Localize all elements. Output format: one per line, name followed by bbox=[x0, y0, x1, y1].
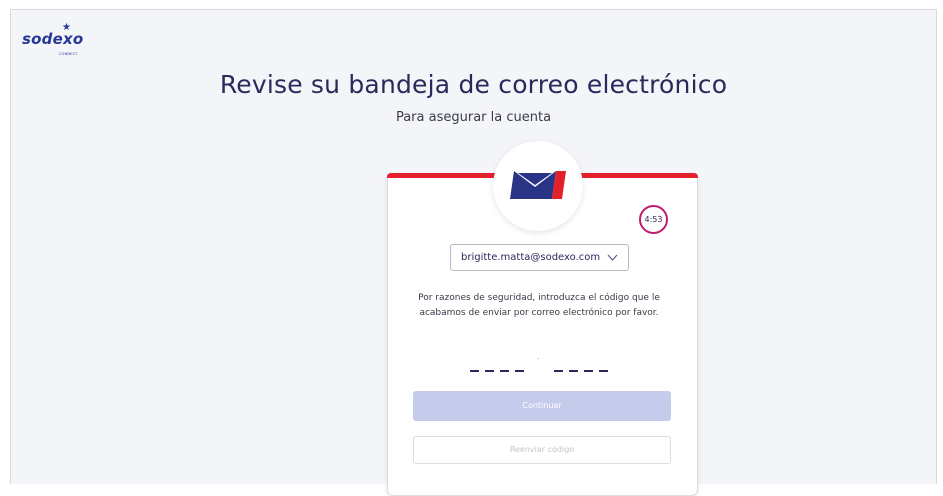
logo-tagline: CONNECT bbox=[59, 52, 78, 56]
code-digit-5[interactable] bbox=[554, 370, 563, 372]
continue-button[interactable]: Continuar bbox=[413, 391, 671, 421]
email-select[interactable]: brigitte.matta@sodexo.com bbox=[450, 244, 629, 271]
envelope-badge bbox=[493, 141, 583, 231]
logo-text: sodexo bbox=[22, 30, 84, 48]
code-digit-2[interactable] bbox=[485, 370, 494, 372]
code-separator: - bbox=[537, 355, 540, 363]
code-digit-1[interactable] bbox=[470, 370, 479, 372]
code-digit-8[interactable] bbox=[599, 370, 608, 372]
code-digit-3[interactable] bbox=[500, 370, 509, 372]
page-title: Revise su bandeja de correo electrónico bbox=[219, 70, 728, 99]
resend-code-button[interactable]: Reenviar código bbox=[413, 436, 671, 464]
code-digit-6[interactable] bbox=[569, 370, 578, 372]
verification-code-input[interactable]: - bbox=[470, 355, 610, 376]
code-digit-4[interactable] bbox=[515, 370, 524, 372]
instructions-text: Por razones de seguridad, introduzca el … bbox=[418, 293, 660, 318]
logo-star-icon: ★ bbox=[62, 22, 72, 33]
envelope-icon bbox=[510, 171, 566, 199]
chevron-down-icon bbox=[607, 245, 618, 280]
sodexo-logo: sodexo ★ CONNECT bbox=[22, 22, 84, 56]
countdown-timer: 4:53 bbox=[639, 205, 668, 234]
email-select-value: brigitte.matta@sodexo.com bbox=[461, 252, 601, 263]
page-subtitle: Para asegurar la cuenta bbox=[395, 110, 552, 125]
code-digit-7[interactable] bbox=[584, 370, 593, 372]
